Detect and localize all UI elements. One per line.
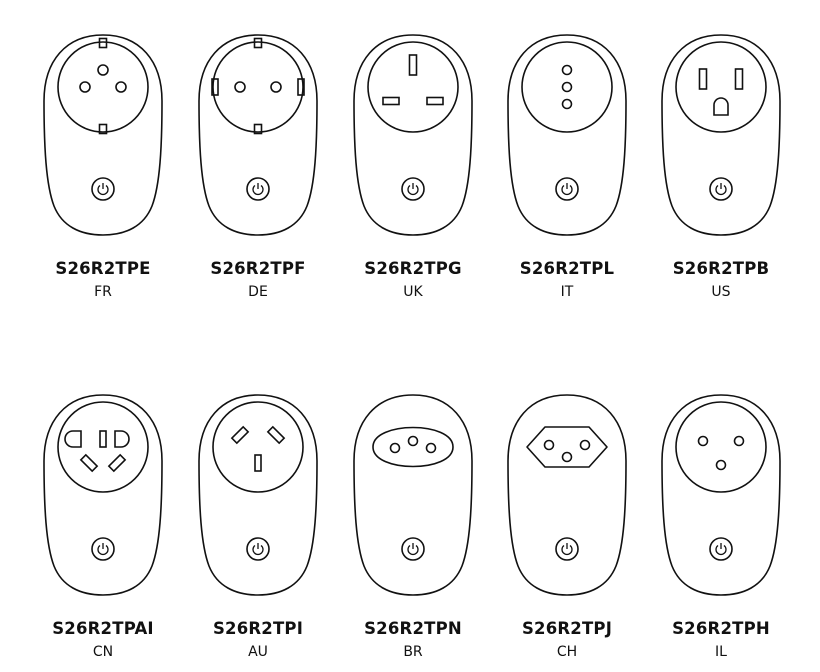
power-button-icon (709, 537, 733, 561)
type-i-socket-icon (212, 401, 304, 493)
plug-item-cn: S26R2TPAI CN (26, 393, 180, 660)
plug-item-au: S26R2TPI AU (181, 393, 335, 660)
region-code: US (711, 284, 731, 300)
region-code: UK (403, 284, 423, 300)
power-button-icon (555, 177, 579, 201)
model-number: S26R2TPJ (521, 619, 613, 638)
smart-plug-drawing (353, 34, 473, 236)
power-button-icon (401, 177, 425, 201)
model-number: S26R2TPE (55, 259, 151, 278)
region-code: CH (556, 644, 578, 660)
plug-item-uk: S26R2TPG UK (336, 33, 490, 300)
model-number: S26R2TPL (519, 259, 615, 278)
region-code: BR (403, 644, 423, 660)
model-number: S26R2TPI (212, 619, 304, 638)
smart-plug-drawing (198, 394, 318, 596)
region-code: IL (715, 644, 727, 660)
plug-body (661, 34, 781, 236)
model-number: S26R2TPAI (52, 619, 154, 638)
plug-body (507, 394, 627, 596)
model-number: S26R2TPG (364, 259, 462, 278)
plug-item-ch: S26R2TPJ CH (490, 393, 644, 660)
smart-plug-drawing (43, 34, 163, 236)
power-button-icon (246, 177, 270, 201)
smart-plug-drawing (507, 394, 627, 596)
power-button-icon (709, 177, 733, 201)
plug-body (661, 394, 781, 596)
plug-item-it: S26R2TPL IT (490, 33, 644, 300)
plug-body (353, 394, 473, 596)
region-code: AU (248, 644, 268, 660)
model-number: S26R2TPB (672, 259, 770, 278)
region-code: DE (248, 284, 268, 300)
power-button-icon (246, 537, 270, 561)
smart-plug-drawing (43, 394, 163, 596)
power-button-icon (401, 537, 425, 561)
smart-plug-drawing (353, 394, 473, 596)
type-h-socket-icon (675, 401, 767, 493)
type-f-socket-icon (211, 37, 305, 135)
power-button-icon (91, 177, 115, 201)
plug-item-de: S26R2TPF DE (181, 33, 335, 300)
smart-plug-drawing (198, 34, 318, 236)
plug-item-il: S26R2TPH IL (644, 393, 798, 660)
plug-body (198, 394, 318, 596)
smart-plug-drawing (507, 34, 627, 236)
power-button-icon (555, 537, 579, 561)
model-number: S26R2TPF (210, 259, 306, 278)
plug-body (43, 394, 163, 596)
plug-body (198, 34, 318, 236)
power-button-icon (91, 537, 115, 561)
model-number: S26R2TPN (364, 619, 462, 638)
type-l-socket-icon (521, 41, 613, 133)
type-ai-socket-icon (57, 401, 149, 493)
plug-item-br: S26R2TPN BR (336, 393, 490, 660)
region-code: FR (94, 284, 112, 300)
type-j-socket-icon (526, 426, 608, 468)
model-number: S26R2TPH (672, 619, 770, 638)
region-code: CN (92, 644, 114, 660)
type-b-socket-icon (675, 41, 767, 133)
type-e-socket-icon (57, 37, 149, 135)
plug-body (353, 34, 473, 236)
plug-item-fr: S26R2TPE FR (26, 33, 180, 300)
smart-plug-drawing (661, 394, 781, 596)
type-g-socket-icon (367, 41, 459, 133)
plug-item-us: S26R2TPB US (644, 33, 798, 300)
region-code: IT (560, 284, 574, 300)
type-n-socket-icon (372, 426, 454, 468)
smart-plug-drawing (661, 34, 781, 236)
